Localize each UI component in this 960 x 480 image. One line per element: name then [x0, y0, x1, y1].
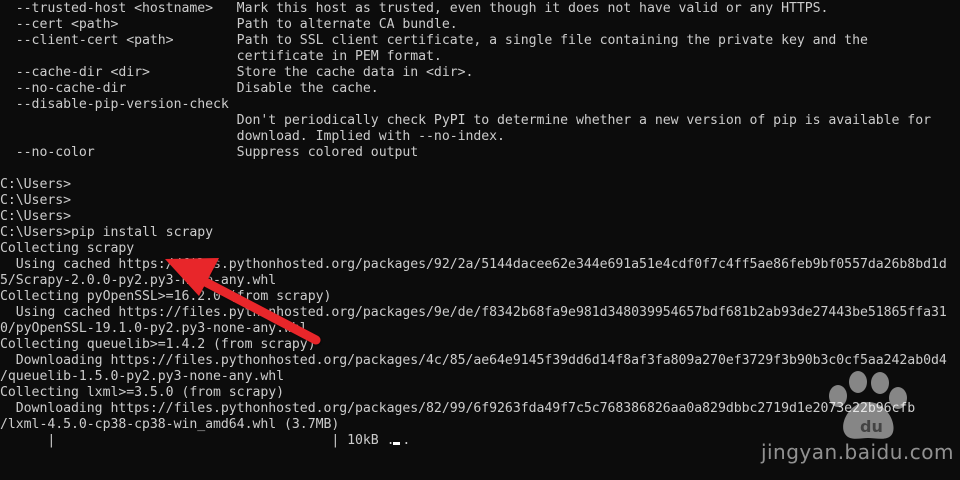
terminal-line: C:\Users>pip install scrapy — [0, 225, 214, 240]
terminal-window[interactable]: --trusted-host <hostname> Mark this host… — [0, 0, 960, 480]
terminal-line: Collecting lxml>=3.5.0 (from scrapy) — [0, 385, 285, 400]
terminal-line: --cache-dir <dir> Store the cache data i… — [0, 65, 474, 80]
terminal-line: --no-color Suppress colored output — [0, 145, 419, 160]
terminal-line: Don't periodically check PyPI to determi… — [0, 113, 931, 128]
terminal-line: --disable-pip-version-check — [0, 97, 229, 112]
terminal-line: Using cached https://files.pythonhosted.… — [0, 257, 947, 272]
terminal-line: Collecting scrapy — [0, 241, 135, 256]
terminal-line: C:\Users> — [0, 193, 72, 208]
terminal-line: C:\Users> — [0, 177, 72, 192]
terminal-line: download. Implied with --no-index. — [0, 129, 505, 144]
terminal-line: 5/Scrapy-2.0.0-py2.py3-none-any.whl — [0, 273, 277, 288]
text-cursor — [393, 442, 400, 445]
terminal-line: Collecting pyOpenSSL>=16.2.0 (from scrap… — [0, 289, 332, 304]
terminal-line: --cert <path> Path to alternate CA bundl… — [0, 17, 458, 32]
terminal-line: /queuelib-1.5.0-py2.py3-none-any.whl — [0, 369, 285, 384]
terminal-line: certificate in PEM format. — [0, 49, 442, 64]
terminal-line: 0/pyOpenSSL-19.1.0-py2.py3-none-any.whl — [0, 321, 308, 336]
terminal-line: /lxml-4.5.0-cp38-cp38-win_amd64.whl (3.7… — [0, 417, 340, 432]
terminal-line: C:\Users> — [0, 209, 72, 224]
terminal-line: --no-cache-dir Disable the cache. — [0, 81, 379, 96]
terminal-line: Downloading https://files.pythonhosted.o… — [0, 401, 916, 416]
terminal-line: Downloading https://files.pythonhosted.o… — [0, 353, 947, 368]
terminal-line: Collecting queuelib>=1.4.2 (from scrapy) — [0, 337, 316, 352]
terminal-line: Using cached https://files.pythonhosted.… — [0, 305, 947, 320]
terminal-line: --client-cert <path> Path to SSL client … — [0, 33, 868, 48]
terminal-line: --trusted-host <hostname> Mark this host… — [0, 1, 829, 16]
terminal-line: | | 10kB ... — [0, 433, 411, 448]
